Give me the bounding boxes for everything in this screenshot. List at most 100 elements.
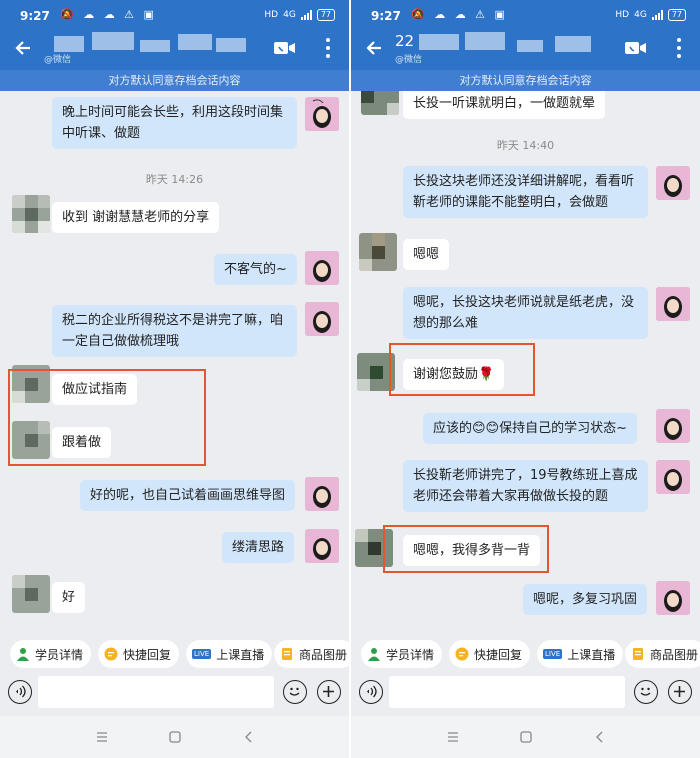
message-bubble-outgoing[interactable]: 应该的😊😊保持自己的学习状态~ bbox=[423, 413, 637, 444]
notification-icons: 🔕 ☁ ☁ ⚠ ▣ bbox=[60, 8, 157, 21]
blurred-name bbox=[140, 40, 170, 52]
home-nav-icon[interactable] bbox=[520, 731, 532, 743]
quick-toolbar: 学员详情 快捷回复 LIVE 上课直播 商品图册 bbox=[351, 636, 700, 672]
voice-input-icon[interactable] bbox=[8, 680, 32, 704]
back-arrow-icon[interactable] bbox=[10, 34, 38, 62]
my-avatar[interactable] bbox=[656, 166, 690, 200]
message-list[interactable]: 晚上时间可能会长些，利用这段时间集中听课、做题 昨天 14:26 收到 谢谢慧慧… bbox=[0, 91, 349, 630]
blurred-name bbox=[54, 36, 84, 52]
chat-bubble-icon bbox=[455, 647, 469, 661]
product-album-button[interactable]: 商品图册 bbox=[625, 640, 700, 668]
message-bubble-outgoing[interactable]: 不客气的~ bbox=[214, 254, 297, 285]
message-bubble-incoming[interactable]: 嗯嗯 bbox=[403, 239, 450, 270]
my-avatar[interactable] bbox=[656, 460, 690, 494]
student-info-button[interactable]: 学员详情 bbox=[10, 640, 92, 668]
voice-input-icon[interactable] bbox=[359, 680, 383, 704]
album-icon bbox=[282, 648, 292, 660]
highlight-box bbox=[389, 343, 535, 396]
highlight-box bbox=[383, 525, 549, 573]
message-bubble-incoming[interactable]: 长投一听课就明白，一做题就晕 bbox=[403, 91, 606, 119]
user-icon bbox=[17, 648, 29, 661]
my-avatar[interactable] bbox=[656, 287, 690, 321]
product-album-button[interactable]: 商品图册 bbox=[274, 640, 349, 668]
signal-icon bbox=[651, 10, 663, 20]
live-icon: LIVE bbox=[543, 649, 563, 659]
quick-reply-button[interactable]: 快捷回复 bbox=[449, 640, 531, 668]
menu-nav-icon[interactable] bbox=[447, 731, 459, 743]
contact-name-area[interactable]: 22 @微信 bbox=[395, 30, 605, 70]
back-arrow-icon[interactable] bbox=[361, 34, 389, 62]
home-nav-icon[interactable] bbox=[169, 731, 181, 743]
video-call-icon[interactable] bbox=[273, 38, 297, 58]
message-bubble-incoming[interactable]: 好 bbox=[52, 582, 86, 613]
status-time: 9:27 bbox=[20, 9, 50, 23]
system-nav-bar bbox=[351, 716, 700, 758]
blurred-name bbox=[419, 34, 459, 50]
blurred-name bbox=[178, 34, 212, 50]
message-bubble-outgoing[interactable]: 晚上时间可能会长些，利用这段时间集中听课、做题 bbox=[52, 97, 297, 149]
system-icons: HD 4G 77 bbox=[615, 9, 686, 21]
message-bubble-outgoing[interactable]: 好的呢，也自己试着画画思维导图 bbox=[80, 480, 296, 511]
contact-avatar-pixelated[interactable] bbox=[12, 575, 50, 613]
message-bubble-outgoing[interactable]: 长投靳老师讲完了，19号教练班上喜成老师还会带着大家再做做长投的题 bbox=[403, 460, 648, 512]
chat-screen-right: 9:27 🔕 ☁ ☁ ⚠ ▣ HD 4G 77 22 @微信 对方默认同意存档会… bbox=[351, 0, 700, 758]
more-options-icon[interactable] bbox=[323, 36, 333, 60]
menu-nav-icon[interactable] bbox=[96, 731, 108, 743]
my-avatar[interactable] bbox=[305, 302, 339, 336]
contact-avatar-pixelated[interactable] bbox=[12, 195, 50, 233]
contact-source: @微信 bbox=[395, 55, 423, 65]
signal-icon bbox=[300, 10, 312, 20]
archive-notice: 对方默认同意存档会话内容 bbox=[351, 70, 700, 91]
live-class-button[interactable]: LIVE 上课直播 bbox=[537, 640, 624, 668]
input-bar bbox=[351, 672, 700, 712]
my-avatar[interactable] bbox=[656, 581, 690, 615]
battery-icon: 77 bbox=[316, 9, 335, 21]
message-bubble-outgoing[interactable]: 长投这块老师还没详细讲解呢，看看听靳老师的课能不能整明白，会做题 bbox=[403, 166, 648, 218]
contact-name-area[interactable]: @微信 bbox=[44, 30, 254, 70]
message-bubble-incoming[interactable]: 收到 谢谢慧慧老师的分享 bbox=[52, 202, 220, 233]
quick-reply-button[interactable]: 快捷回复 bbox=[98, 640, 180, 668]
quick-toolbar: 学员详情 快捷回复 LIVE 上课直播 商品图册 bbox=[0, 636, 349, 672]
emoji-icon[interactable] bbox=[283, 680, 307, 704]
video-call-icon[interactable] bbox=[624, 38, 648, 58]
hd-icon: HD bbox=[615, 10, 630, 20]
notification-icons: 🔕 ☁ ☁ ⚠ ▣ bbox=[411, 8, 508, 21]
user-icon bbox=[368, 648, 380, 661]
my-avatar[interactable] bbox=[305, 251, 339, 285]
contact-source: @微信 bbox=[44, 55, 72, 65]
blurred-name bbox=[216, 38, 246, 52]
back-nav-icon[interactable] bbox=[243, 731, 255, 743]
archive-notice: 对方默认同意存档会话内容 bbox=[0, 70, 349, 91]
message-bubble-outgoing[interactable]: 缕清思路 bbox=[222, 532, 295, 563]
highlight-box bbox=[8, 369, 206, 466]
blurred-name bbox=[92, 32, 134, 50]
input-bar bbox=[0, 672, 349, 712]
emoji-icon[interactable] bbox=[634, 680, 658, 704]
message-bubble-outgoing[interactable]: 嗯呢，长投这块老师说就是纸老虎，没想的那么难 bbox=[403, 287, 648, 339]
my-avatar[interactable] bbox=[656, 409, 690, 443]
student-info-button[interactable]: 学员详情 bbox=[361, 640, 443, 668]
live-class-button[interactable]: LIVE 上课直播 bbox=[186, 640, 273, 668]
contact-avatar-pixelated[interactable] bbox=[361, 91, 399, 115]
blurred-name bbox=[555, 36, 591, 52]
live-icon: LIVE bbox=[192, 649, 212, 659]
add-icon[interactable] bbox=[317, 680, 341, 704]
chat-bubble-icon bbox=[104, 647, 118, 661]
more-options-icon[interactable] bbox=[674, 36, 684, 60]
my-avatar[interactable] bbox=[305, 97, 339, 131]
my-avatar[interactable] bbox=[305, 477, 339, 511]
message-bubble-outgoing[interactable]: 税二的企业所得税这不是讲完了嘛，咱一定自己做做梳理哦 bbox=[52, 305, 297, 357]
message-input[interactable] bbox=[38, 676, 274, 708]
message-list[interactable]: 长投一听课就明白，一做题就晕 昨天 14:40 长投这块老师还没详细讲解呢，看看… bbox=[351, 91, 700, 630]
message-input[interactable] bbox=[389, 676, 625, 708]
back-nav-icon[interactable] bbox=[594, 731, 606, 743]
network-label: 4G bbox=[283, 10, 296, 20]
message-bubble-outgoing[interactable]: 嗯呢，多复习巩固 bbox=[523, 584, 648, 615]
contact-avatar-pixelated[interactable] bbox=[359, 233, 397, 271]
my-avatar[interactable] bbox=[305, 529, 339, 563]
hd-icon: HD bbox=[264, 10, 279, 20]
add-icon[interactable] bbox=[668, 680, 692, 704]
system-icons: HD 4G 77 bbox=[264, 9, 335, 21]
timestamp: 昨天 14:40 bbox=[496, 139, 555, 152]
chat-header: @微信 bbox=[0, 30, 349, 70]
